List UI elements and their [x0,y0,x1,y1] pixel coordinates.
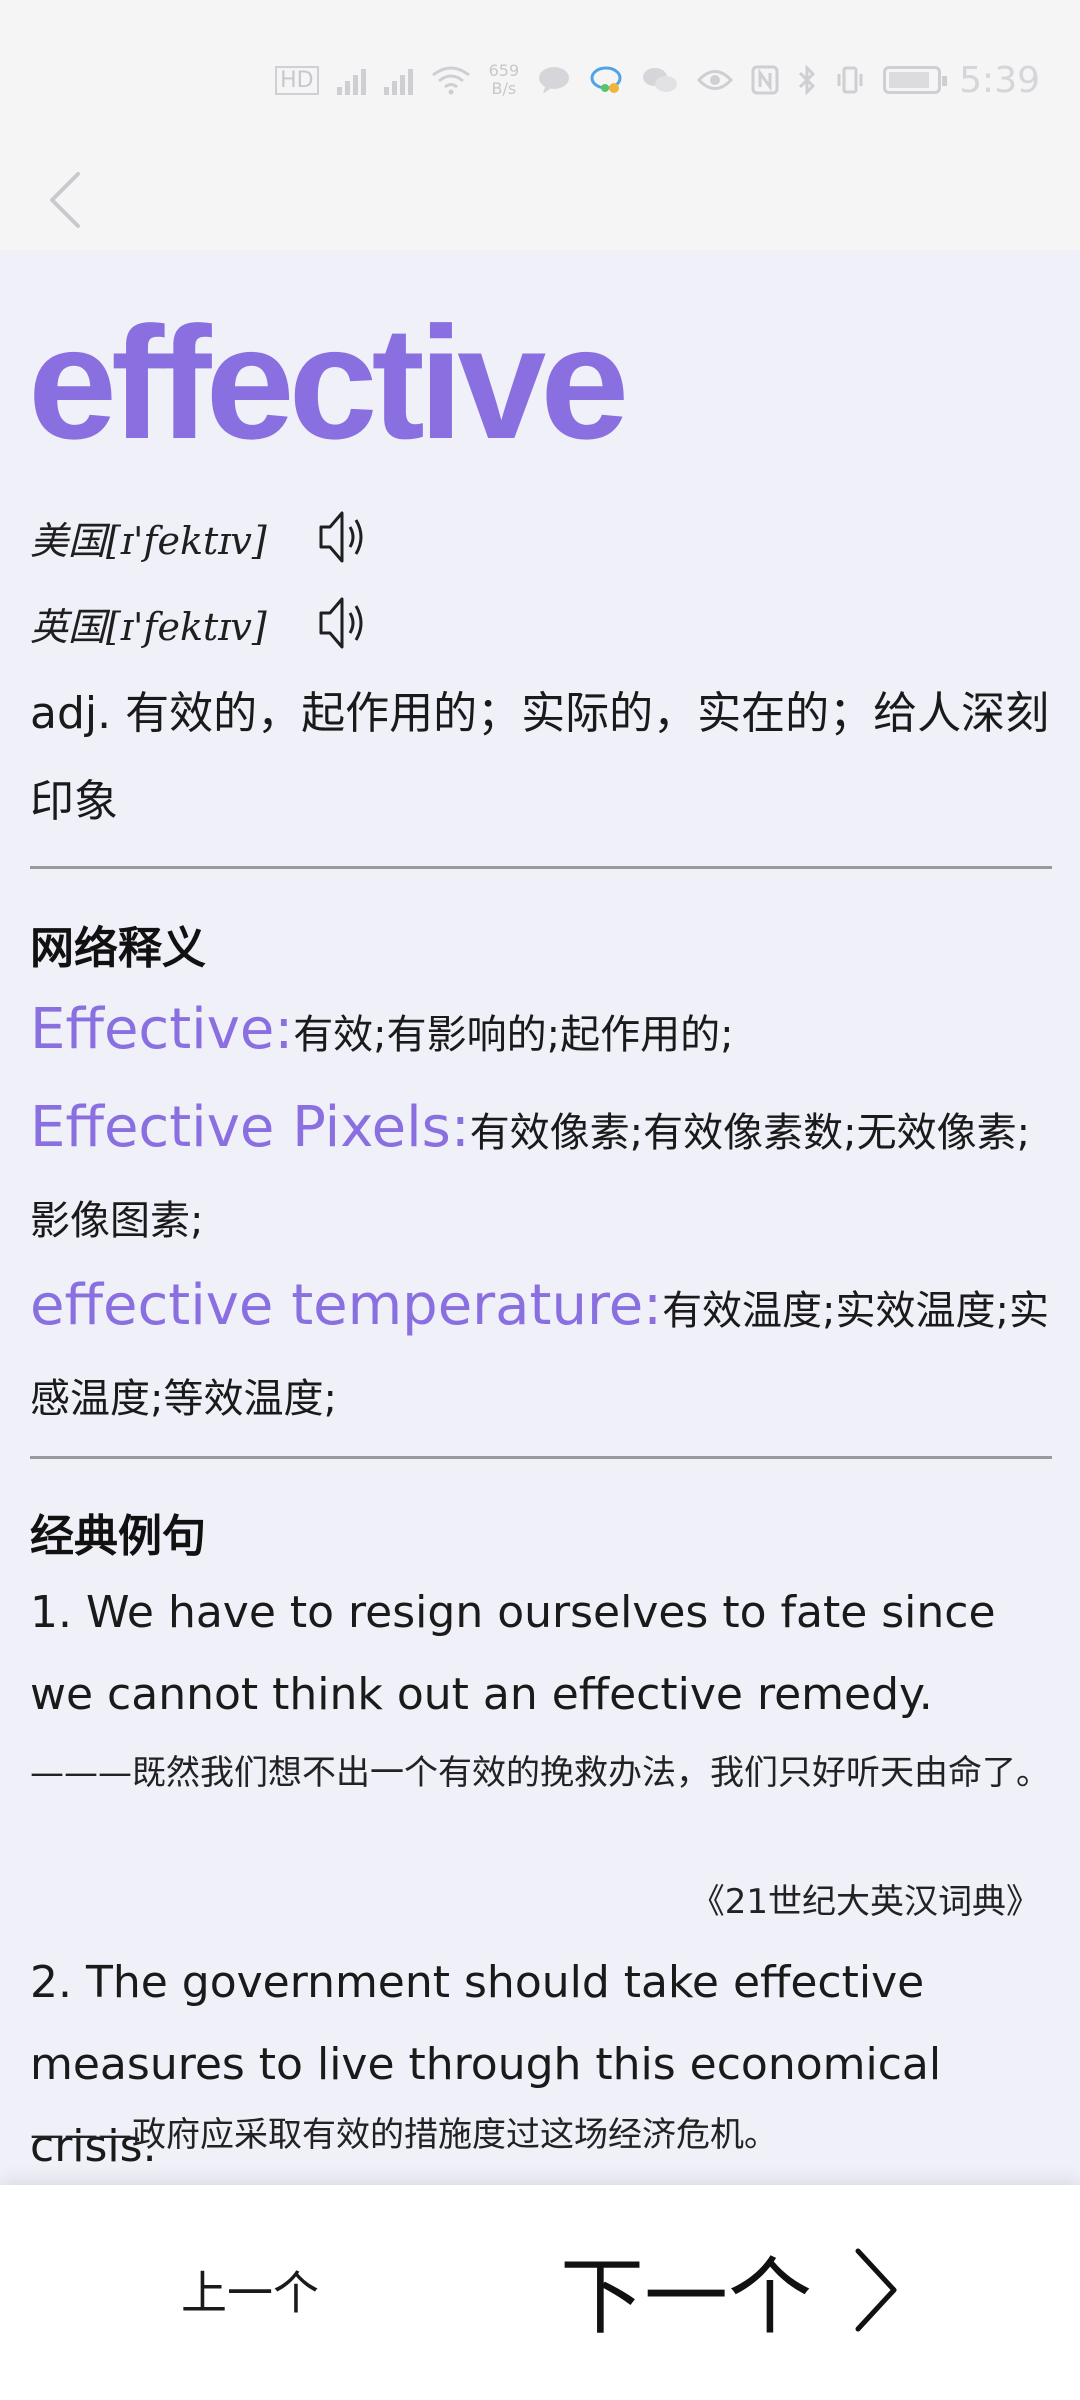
signal-icon [336,65,366,95]
battery-icon [883,66,948,94]
top-bar [0,150,1080,250]
examples-title: 经典例句 [30,1511,206,1562]
web-def-item: Effective:有效;有影响的;起作用的; [30,986,1054,1079]
word-detail: effective 美国[ɪ'fektɪv] 英国[ɪ'fektɪv] adj.… [0,250,1080,2185]
eye-icon [697,70,734,90]
example-zh: ———既然我们想不出一个有效的挽救办法，我们只好听天由命了。 [30,1753,1050,1793]
chat-app-icon [590,66,622,93]
message-icon [539,67,570,94]
next-button[interactable]: 下一个 [560,2215,920,2365]
signal-icon-secondary [383,65,413,95]
nfc-icon [751,65,779,95]
net-speed-value: 659 [488,61,520,80]
net-speed: 659 B/s [489,62,520,98]
pronunciation-uk: 英国[ɪ'fektɪv] [30,588,374,658]
web-def-term: effective temperature: [30,1273,663,1338]
prev-label: 上一个 [181,2266,319,2320]
web-def-meaning: 有效;有影响的;起作用的; [293,1012,734,1058]
bottom-nav: 上一个 下一个 [0,2185,1080,2400]
bluetooth-icon [799,65,816,95]
back-button[interactable] [34,162,94,238]
web-def-term: Effective Pixels: [30,1095,470,1160]
wifi-icon [431,66,470,95]
speaker-icon[interactable] [318,590,374,656]
web-def-term: Effective: [30,997,294,1062]
web-def-item: Effective Pixels:有效像素;有效像素数;无效像素;影像图素; [30,1084,1054,1265]
definition: adj. 有效的，起作用的；实际的，实在的；给人深刻印象 [30,688,1050,827]
vibrate-icon [837,66,863,94]
status-time: 5:39 [959,59,1040,101]
chevron-right-icon [855,2248,897,2332]
pronunciation-us: 美国[ɪ'fektɪv] [30,502,374,572]
divider [30,1456,1052,1459]
web-def-item: effective temperature:有效温度;实效温度;实感温度;等效温… [30,1262,1054,1443]
pron-us-text: 美国[ɪ'fektɪv] [30,518,267,563]
divider [30,866,1052,869]
speaker-icon[interactable] [318,504,374,570]
status-icons: HD 659 B/s 5:39 [275,58,1040,102]
example-source: 《21世纪大英汉词典》 [690,1882,1040,1922]
headword: effective [28,293,629,472]
example-en: 1. We have to resign ourselves to fate s… [30,1587,996,1720]
pron-uk-text: 英国[ɪ'fektɪv] [30,604,267,649]
example-zh: ———政府应采取有效的措施度过这场经济危机。 [30,2115,778,2155]
hd-badge: HD [275,65,319,95]
net-speed-unit: B/s [491,79,517,98]
next-label: 下一个 [560,2247,813,2346]
chevron-left-icon [50,172,80,228]
prev-button[interactable]: 上一个 [150,2235,350,2345]
status-bar: HD 659 B/s 5:39 [0,0,1080,150]
web-definitions-title: 网络释义 [30,923,206,974]
wechat-icon [643,68,678,92]
